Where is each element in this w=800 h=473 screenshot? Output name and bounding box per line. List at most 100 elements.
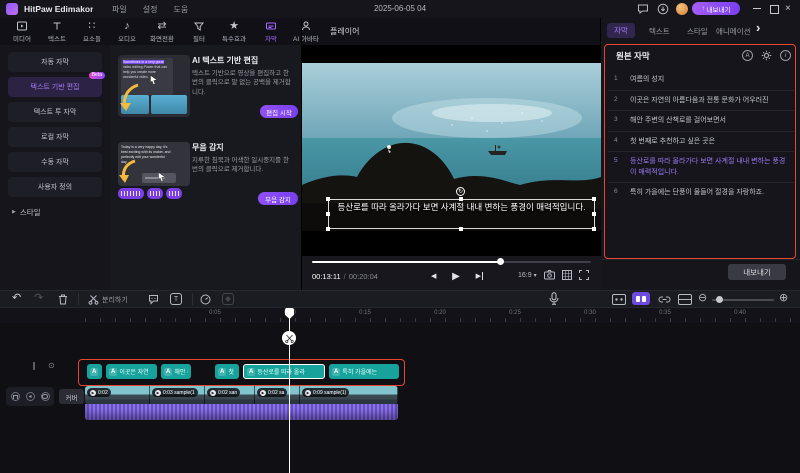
subtitle-selection-box[interactable]: 등산로를 따라 올라가다 보면 사계절 내내 변하는 풍경이 매력적입니다. [328, 199, 595, 229]
undo-icon[interactable]: ↶ [12, 291, 21, 304]
subtitle-clip-selected[interactable]: A등산로를 따라 올라 [243, 364, 325, 379]
info-icon[interactable]: i [780, 50, 791, 61]
keyframe-icon[interactable] [222, 293, 234, 305]
subtitle-row[interactable]: 4첫 번째로 추천하고 싶은 곳은 [608, 131, 794, 152]
silence-detect-button[interactable]: 무음 감지 [258, 192, 298, 205]
play-badge-icon: ▶ [305, 390, 311, 396]
sidebar-item-customize[interactable]: 사용자 정의 [8, 177, 102, 197]
subtitle-clip[interactable]: A [87, 364, 102, 379]
chevron-down-icon: ▾ [534, 272, 537, 279]
start-editing-button[interactable]: 편집 시작 [260, 105, 298, 118]
zoom-out-icon[interactable]: ⊖ [698, 291, 707, 304]
sidebar-item-local-subtitle[interactable]: 로컬 자막 [8, 127, 102, 147]
menu-help[interactable]: 도움 [173, 4, 188, 15]
export-button[interactable]: 내보내기 [728, 264, 786, 280]
delete-icon[interactable] [58, 294, 68, 305]
subtitle-row[interactable]: 2이곳은 자연의 아름다움과 전통 문화가 어우러진 [608, 90, 794, 111]
subtitle-clip[interactable]: A이곳은 자연 [106, 364, 157, 379]
prev-frame-button[interactable]: ◀ [431, 272, 436, 280]
snapshot-icon[interactable] [544, 270, 555, 280]
thumbnail-toggle-icon[interactable] [678, 294, 692, 305]
subtitle-row[interactable]: 3해안 주변의 산책로를 걸어보면서 [608, 110, 794, 131]
tab-animation[interactable]: 애니메이션 [716, 26, 751, 37]
menu-file[interactable]: 파일 [112, 4, 127, 15]
fullscreen-icon[interactable] [579, 270, 589, 280]
mute-icon[interactable] [26, 392, 35, 401]
subtitle-clip[interactable]: A첫 [215, 364, 239, 379]
download-icon[interactable] [657, 3, 669, 15]
cursor-icon [158, 172, 166, 182]
track-adjust-icon[interactable]: ∥ [32, 361, 36, 370]
user-avatar[interactable] [676, 3, 688, 15]
audio-segment [118, 188, 144, 199]
clip-duration-badge: ▶0:09 sample(1) [302, 388, 349, 397]
original-subtitle-header: 원본 자막 [616, 50, 650, 62]
split-label[interactable]: 분리하기 [102, 295, 128, 305]
resize-handle[interactable] [326, 212, 330, 216]
aspect-ratio-select[interactable]: 16:9▾ [518, 272, 537, 279]
close-button[interactable]: × [785, 0, 791, 17]
audio-waveform-track[interactable] [85, 404, 398, 420]
gear-icon[interactable] [761, 50, 772, 61]
yellow-arrow-icon [118, 81, 142, 113]
toolbar-ai-avatar[interactable]: AI 아바타 [284, 20, 328, 43]
export-button-top[interactable]: ↑ 내보내기 [692, 2, 740, 15]
translate-icon[interactable]: A [742, 50, 753, 61]
subtitle-list: 1여름의 성지 2이곳은 자연의 아름다움과 전통 문화가 어우러진 3해안 주… [608, 70, 794, 250]
record-voiceover-icon[interactable] [549, 292, 559, 305]
maximize-button[interactable] [770, 5, 779, 14]
sidebar-item-auto-subtitle[interactable]: 자동 자막 [8, 52, 102, 72]
card-title: AI 텍스트 기반 편집 [192, 55, 298, 66]
sidebar-item-style[interactable]: ▶ 스타일 [12, 205, 41, 219]
track-controls [6, 387, 54, 406]
video-track-clip[interactable] [85, 386, 398, 404]
total-time: 00:20:04 [349, 272, 378, 281]
sidebar-item-manual-subtitle[interactable]: 수동 자막 [8, 152, 102, 172]
minimize-button[interactable] [753, 8, 761, 9]
menu-settings[interactable]: 설정 [143, 4, 158, 15]
seek-knob[interactable] [497, 258, 504, 265]
track-target-icon[interactable]: ⊙ [48, 361, 55, 370]
resize-handle[interactable] [592, 197, 596, 201]
marker-icon[interactable] [148, 294, 159, 305]
link-icon[interactable] [658, 294, 671, 305]
tabs-more-arrow[interactable]: › [756, 20, 760, 35]
tab-player[interactable]: 플레이어 [330, 22, 359, 42]
sidebar-item-text-based-edit[interactable]: 텍스트 기반 편집 Beta [8, 77, 102, 97]
resize-handle[interactable] [592, 227, 596, 231]
feedback-icon[interactable] [637, 3, 649, 15]
tab-subtitle[interactable]: 자막 [607, 23, 635, 38]
sidebar-item-text-to-subtitle[interactable]: 텍스트 투 자막 [8, 102, 102, 122]
split-icon[interactable] [88, 294, 99, 305]
zoom-slider-knob[interactable] [716, 296, 723, 303]
visibility-icon[interactable] [41, 392, 50, 401]
subtitle-row-selected[interactable]: 5등산로를 따라 올라가다 보면 사계절 내내 변하는 풍경이 매력적입니다. [608, 151, 794, 182]
resize-handle[interactable] [326, 227, 330, 231]
rotate-handle[interactable]: ↻ [456, 187, 465, 196]
tab-style[interactable]: 스타일 [687, 26, 708, 37]
next-frame-button[interactable]: ▶ [476, 272, 483, 280]
play-button[interactable]: ▶ [452, 271, 460, 282]
subtitle-row[interactable]: 1여름의 성지 [608, 70, 794, 90]
thumb-video-frame [151, 95, 187, 114]
grid-icon[interactable] [562, 270, 572, 280]
resize-handle[interactable] [459, 197, 463, 201]
tab-text[interactable]: 텍스트 [649, 26, 670, 37]
resize-handle[interactable] [459, 227, 463, 231]
resize-handle[interactable] [326, 197, 330, 201]
track-manager-icon[interactable] [612, 294, 626, 305]
redo-icon[interactable]: ↷ [34, 291, 43, 304]
zoom-in-icon[interactable]: ⊕ [779, 291, 788, 304]
subtitle-row[interactable]: 6특히 가을에는 단풍이 물들어 절경을 자랑하죠. [608, 182, 794, 203]
speed-icon[interactable] [200, 294, 211, 305]
cover-button[interactable]: 커버 [59, 389, 84, 404]
card-description: 지루한 침묵과 어색한 일시중지를 한 번의 클릭으로 제거합니다. [192, 156, 296, 175]
add-text-icon[interactable]: T [170, 293, 182, 305]
subtitle-clip[interactable]: A해안 주 [161, 364, 191, 379]
ripple-edit-icon[interactable] [632, 292, 650, 305]
silence-thumbnail: Today is a very happy day, it's best exc… [118, 142, 190, 186]
lock-icon[interactable] [11, 392, 20, 401]
subtitle-clip[interactable]: A특히 가을에는 [329, 364, 399, 379]
resize-handle[interactable] [592, 212, 596, 216]
playhead-split-badge[interactable] [282, 331, 296, 345]
